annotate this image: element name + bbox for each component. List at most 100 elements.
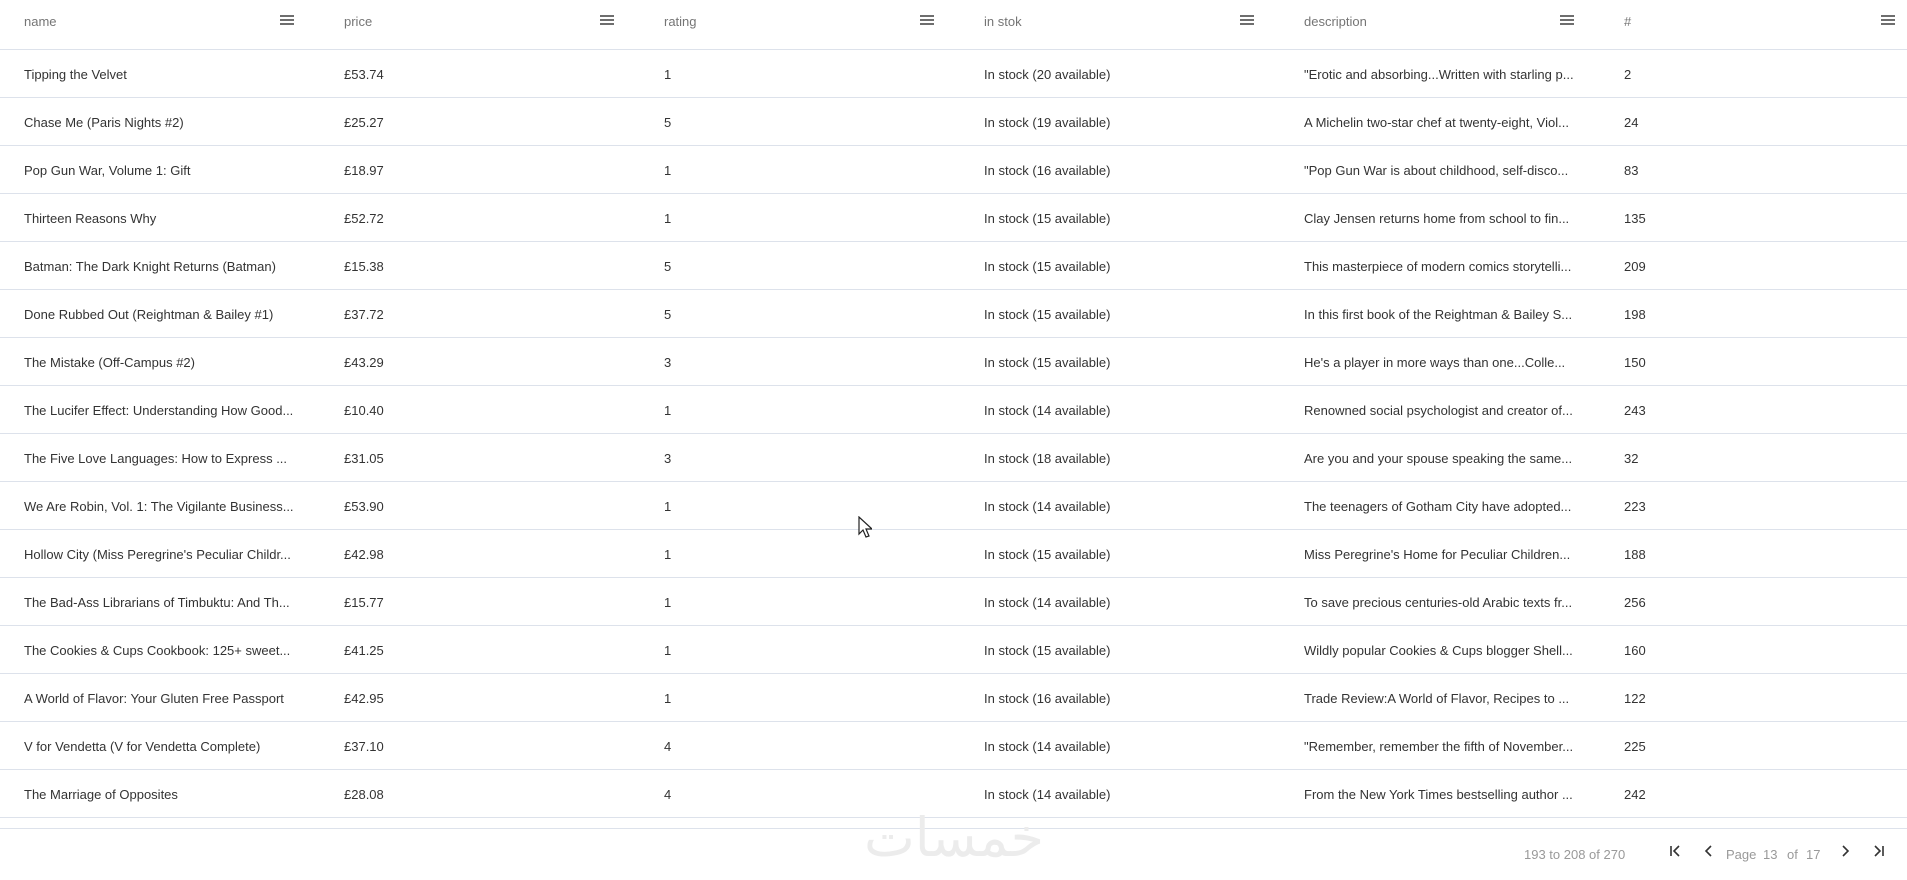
description-cell: Renowned social psychologist and creator… (1304, 403, 1573, 418)
rating-cell: 5 (664, 115, 672, 130)
table-row[interactable]: Done Rubbed Out (Reightman & Bailey #1) £… (0, 290, 1907, 338)
column-header-name[interactable]: name (0, 0, 296, 50)
table-row[interactable]: The Cookies & Cups Cookbook: 125+ sweet.… (0, 626, 1907, 674)
column-menu-icon[interactable] (280, 15, 294, 27)
description-cell: Clay Jensen returns home from school to … (1304, 211, 1570, 226)
rating-cell: 1 (664, 643, 672, 658)
table-row[interactable]: Pop Gun War, Volume 1: Gift £18.97 1 In sto… (0, 146, 1907, 194)
name-cell: Done Rubbed Out (Reightman & Bailey #1) (24, 307, 274, 322)
table-row[interactable]: The Mistake (Off-Campus #2) £43.29 3 In sto… (0, 338, 1907, 386)
row-summary: 193 to 208 of 270 (1524, 847, 1626, 862)
name-cell: Tipping the Velvet (24, 67, 127, 82)
price-cell: £53.90 (344, 499, 384, 514)
table-row[interactable]: We Are Robin, Vol. 1: The Vigilante Busi… (0, 482, 1907, 530)
total-pages: 17 (1806, 847, 1821, 862)
table-row[interactable]: The Bad-Ass Librarians of Timbuktu: And … (0, 578, 1907, 626)
description-cell: Miss Peregrine's Home for Peculiar Child… (1304, 547, 1571, 562)
column-header-description[interactable]: description (1280, 0, 1576, 50)
number-cell: 243 (1624, 403, 1646, 418)
name-cell: A World of Flavor: Your Gluten Free Pass… (24, 691, 284, 706)
first-page-button[interactable] (1666, 844, 1684, 862)
price-cell: £41.25 (344, 643, 384, 658)
column-menu-icon[interactable] (920, 15, 934, 27)
table-row[interactable]: Tipping the Velvet £53.74 1 In stock (20 av… (0, 50, 1907, 98)
rating-cell: 5 (664, 307, 672, 322)
rating-cell: 3 (664, 451, 672, 466)
stock-cell: In stock (15 available) (984, 547, 1111, 562)
last-page-icon (1874, 845, 1884, 857)
price-cell: £18.97 (344, 163, 384, 178)
description-cell: In this first book of the Reightman & Ba… (1304, 307, 1573, 322)
table-row[interactable]: Thirteen Reasons Why £52.72 1 In stock (15 … (0, 194, 1907, 242)
name-cell: Thirteen Reasons Why (24, 211, 157, 226)
description-cell: Wildly popular Cookies & Cups blogger Sh… (1304, 643, 1573, 658)
rating-cell: 4 (664, 739, 672, 754)
stock-cell: In stock (19 available) (984, 115, 1111, 130)
name-cell: The Cookies & Cups Cookbook: 125+ sweet.… (24, 643, 291, 658)
stock-cell: In stock (14 available) (984, 739, 1111, 754)
rating-cell: 1 (664, 547, 672, 562)
rating-cell: 1 (664, 211, 672, 226)
number-cell: 223 (1624, 499, 1646, 514)
price-cell: £42.98 (344, 547, 384, 562)
number-cell: 135 (1624, 211, 1646, 226)
name-cell: Hollow City (Miss Peregrine's Peculiar C… (24, 547, 291, 562)
table-row[interactable]: The Five Love Languages: How to Express … (0, 434, 1907, 482)
stock-cell: In stock (14 available) (984, 595, 1111, 610)
number-cell: 83 (1624, 163, 1639, 178)
table-row[interactable]: Hollow City (Miss Peregrine's Peculiar C… (0, 530, 1907, 578)
rating-cell: 1 (664, 163, 672, 178)
name-cell: Pop Gun War, Volume 1: Gift (24, 163, 191, 178)
description-cell: To save precious centuries-old Arabic te… (1304, 595, 1573, 610)
number-cell: 225 (1624, 739, 1646, 754)
last-page-button[interactable] (1870, 844, 1888, 862)
description-cell: This masterpiece of modern comics storyt… (1304, 259, 1572, 274)
column-header-price[interactable]: price (320, 0, 616, 50)
name-cell: Batman: The Dark Knight Returns (Batman) (24, 259, 276, 274)
table-row[interactable]: Batman: The Dark Knight Returns (Batman)… (0, 242, 1907, 290)
column-header-rating[interactable]: rating (640, 0, 936, 50)
chevron-left-icon (1704, 845, 1712, 857)
data-grid: name price rating in stok description # … (0, 0, 1907, 880)
column-menu-icon[interactable] (600, 15, 614, 27)
stock-cell: In stock (16 available) (984, 163, 1111, 178)
table-row[interactable]: V for Vendetta (V for Vendetta Complete)… (0, 722, 1907, 770)
current-page: 13 (1763, 847, 1778, 862)
number-cell: 24 (1624, 115, 1639, 130)
next-page-button[interactable] (1836, 844, 1854, 862)
description-cell: "Remember, remember the fifth of Novembe… (1304, 739, 1574, 754)
column-header-number[interactable]: # (1600, 0, 1896, 50)
name-cell: The Lucifer Effect: Understanding How Go… (24, 403, 294, 418)
column-menu-icon[interactable] (1240, 15, 1254, 27)
number-cell: 160 (1624, 643, 1646, 658)
table-row[interactable]: The Lucifer Effect: Understanding How Go… (0, 386, 1907, 434)
stock-cell: In stock (15 available) (984, 643, 1111, 658)
stock-cell: In stock (15 available) (984, 307, 1111, 322)
previous-page-button[interactable] (1700, 844, 1718, 862)
number-cell: 198 (1624, 307, 1646, 322)
price-cell: £42.95 (344, 691, 384, 706)
description-cell: "Erotic and absorbing...Written with sta… (1304, 67, 1574, 82)
table-row[interactable]: A World of Flavor: Your Gluten Free Pass… (0, 674, 1907, 722)
stock-cell: In stock (14 available) (984, 499, 1111, 514)
of-word: of (1787, 847, 1798, 862)
price-cell: £52.72 (344, 211, 384, 226)
column-header-stock[interactable]: in stok (960, 0, 1256, 50)
price-cell: £10.40 (344, 403, 384, 418)
table-row[interactable]: Chase Me (Paris Nights #2) £25.27 5 In stoc… (0, 98, 1907, 146)
column-menu-icon[interactable] (1881, 15, 1895, 27)
stock-cell: In stock (15 available) (984, 259, 1111, 274)
stock-cell: In stock (15 available) (984, 211, 1111, 226)
page-word: Page (1726, 847, 1757, 862)
price-cell: £15.38 (344, 259, 384, 274)
rating-cell: 1 (664, 403, 672, 418)
column-menu-icon[interactable] (1560, 15, 1574, 27)
name-cell: The Mistake (Off-Campus #2) (24, 355, 195, 370)
name-cell: We Are Robin, Vol. 1: The Vigilante Busi… (24, 499, 294, 514)
price-cell: £28.08 (344, 787, 384, 802)
name-cell: The Marriage of Opposites (24, 787, 178, 802)
mouse-cursor-icon (858, 516, 872, 538)
first-page-icon (1670, 845, 1680, 857)
rating-cell: 1 (664, 499, 672, 514)
number-cell: 2 (1624, 67, 1632, 82)
